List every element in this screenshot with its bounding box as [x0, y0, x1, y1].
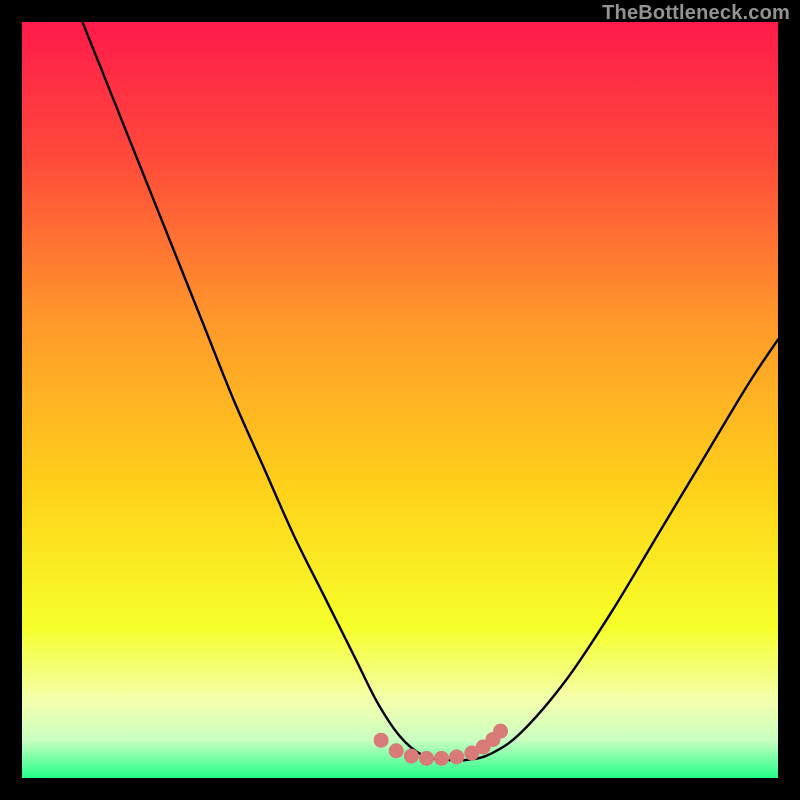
bottleneck-chart	[22, 22, 778, 778]
highlight-dot	[493, 724, 508, 739]
watermark-text: TheBottleneck.com	[602, 2, 790, 25]
highlight-dot	[434, 751, 449, 766]
highlight-dot	[449, 749, 464, 764]
highlight-dot	[419, 751, 434, 766]
chart-frame	[22, 22, 778, 778]
highlight-dot	[389, 743, 404, 758]
highlight-dot	[404, 749, 419, 764]
highlight-dot	[374, 733, 389, 748]
gradient-background	[22, 22, 778, 778]
